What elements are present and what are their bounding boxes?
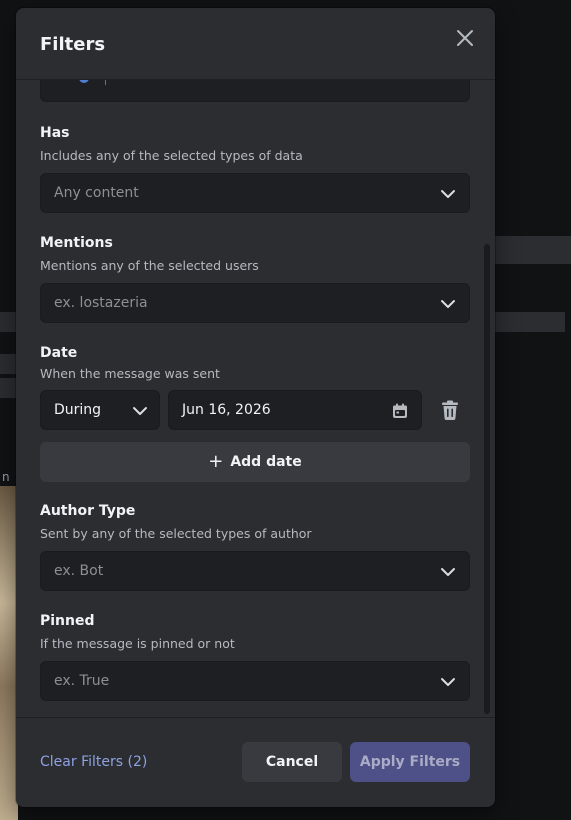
calendar-icon[interactable] xyxy=(391,402,409,420)
has-select[interactable]: Any content xyxy=(40,173,470,213)
has-placeholder: Any content xyxy=(54,185,139,201)
add-date-label: Add date xyxy=(230,454,302,470)
background-header-strip xyxy=(495,236,571,264)
modal-header: Filters xyxy=(16,8,495,80)
background-row-strip xyxy=(495,312,565,332)
filter-mentions: Mentions Mentions any of the selected us… xyxy=(40,234,470,323)
mentions-label: Mentions xyxy=(40,235,113,251)
chevron-down-icon xyxy=(441,568,455,576)
filter-has: Has Includes any of the selected types o… xyxy=(40,124,470,213)
date-row: During Jun 16, 2026 xyxy=(40,390,470,430)
author-type-label: Author Type xyxy=(40,503,136,519)
delete-date-icon[interactable] xyxy=(438,398,462,422)
filters-modal: Filters Has Includes any of the selected… xyxy=(16,8,495,807)
date-label: Date xyxy=(40,345,78,361)
date-operator-select[interactable]: During xyxy=(40,390,160,430)
scrollbar-thumb[interactable] xyxy=(484,244,490,714)
chevron-down-icon xyxy=(133,407,147,415)
has-description: Includes any of the selected types of da… xyxy=(40,148,303,163)
filter-pinned: Pinned If the message is pinned or not e… xyxy=(40,612,470,701)
background-left-strip xyxy=(0,312,16,332)
close-icon xyxy=(457,30,473,46)
mentions-description: Mentions any of the selected users xyxy=(40,258,259,273)
pinned-placeholder: ex. True xyxy=(54,673,110,689)
add-date-button[interactable]: + Add date xyxy=(40,442,470,482)
background-left-strip-3 xyxy=(0,378,16,398)
plus-icon: + xyxy=(208,451,224,472)
pinned-label: Pinned xyxy=(40,613,95,629)
mentions-placeholder: ex. lostazeria xyxy=(54,295,148,311)
date-description: When the message was sent xyxy=(40,366,220,381)
filter-date: Date When the message was sent During Ju… xyxy=(40,344,470,482)
partial-filter-field[interactable] xyxy=(40,80,470,102)
chevron-down-icon xyxy=(441,300,455,308)
filters-scroll-area[interactable]: Has Includes any of the selected types o… xyxy=(16,80,495,717)
pinned-select[interactable]: ex. True xyxy=(40,661,470,701)
background-left-strip-2 xyxy=(0,354,16,374)
author-type-description: Sent by any of the selected types of aut… xyxy=(40,526,312,541)
mentions-select[interactable]: ex. lostazeria xyxy=(40,283,470,323)
avatar-icon xyxy=(79,80,89,83)
apply-filters-button[interactable]: Apply Filters xyxy=(350,742,470,782)
background-partial-text: n xyxy=(2,470,10,484)
close-button[interactable] xyxy=(453,26,477,50)
modal-footer: Clear Filters (2) Cancel Apply Filters xyxy=(16,717,495,807)
filter-author-type: Author Type Sent by any of the selected … xyxy=(40,502,470,591)
has-label: Has xyxy=(40,125,70,141)
date-operator-value: During xyxy=(54,402,102,418)
clear-filters-link[interactable]: Clear Filters (2) xyxy=(40,754,147,770)
modal-title: Filters xyxy=(40,34,106,55)
pinned-description: If the message is pinned or not xyxy=(40,636,235,651)
chevron-down-icon xyxy=(441,190,455,198)
cancel-button[interactable]: Cancel xyxy=(242,742,342,782)
chevron-down-icon xyxy=(441,678,455,686)
author-type-placeholder: ex. Bot xyxy=(54,563,104,579)
text-cursor xyxy=(105,80,106,85)
author-type-select[interactable]: ex. Bot xyxy=(40,551,470,591)
date-input[interactable]: Jun 16, 2026 xyxy=(168,390,422,430)
date-value: Jun 16, 2026 xyxy=(182,402,271,418)
